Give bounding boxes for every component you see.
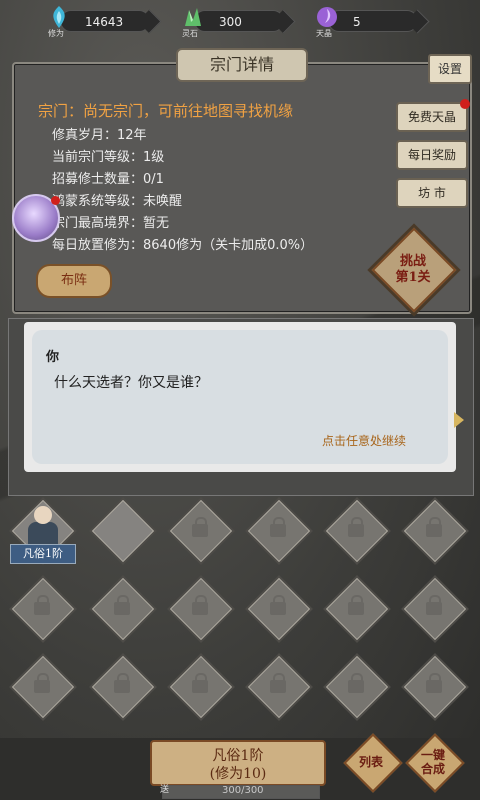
- unit-slot-locked[interactable]: [11, 577, 75, 641]
- lock-icon: [270, 517, 286, 537]
- dialog-continue-hint[interactable]: 点击任意处继续: [322, 432, 406, 449]
- unit-slot-locked[interactable]: [11, 655, 75, 719]
- lock-icon: [192, 595, 208, 615]
- resource-heaven-crystal[interactable]: 5 天晶: [314, 7, 418, 38]
- resource-spirit-stone[interactable]: 300 灵石: [180, 8, 284, 38]
- lock-icon: [348, 517, 364, 537]
- unit-slot-locked[interactable]: [403, 655, 467, 719]
- spirit-stone-icon: [185, 8, 201, 26]
- challenge-label-line2: 第1关: [395, 270, 431, 285]
- daily-reward-button[interactable]: 每日奖励: [396, 140, 468, 170]
- unit-slot-locked[interactable]: [169, 499, 233, 563]
- lock-icon: [270, 595, 286, 615]
- unit-slot-locked[interactable]: [403, 577, 467, 641]
- summon-label-line2: (修为10): [209, 766, 267, 782]
- list-label: 列表: [358, 755, 383, 769]
- info-hongmeng-level: 鸿蒙系统等级：未唤醒: [52, 194, 183, 209]
- unit-slot-locked[interactable]: [325, 499, 389, 563]
- info-daily-cultivation: 每日放置修为：8640修为（关卡加成0.0%）: [52, 238, 314, 253]
- challenge-label-line1: 挑战: [399, 254, 426, 269]
- panel-title: 宗门详情: [176, 48, 308, 82]
- summon-label-line1: 凡俗1阶: [212, 748, 264, 764]
- sect-name-line: 宗门：尚无宗门，可前往地图寻找机缘: [38, 102, 294, 120]
- unit-slot-empty[interactable]: [91, 499, 155, 563]
- resource-bar: 14643 修为 300 灵石 5 天晶: [0, 0, 480, 40]
- lock-icon: [426, 517, 442, 537]
- lock-icon: [34, 595, 50, 615]
- merge-label-line1: 一键: [420, 748, 445, 762]
- lock-icon: [426, 673, 442, 693]
- resource-value: 14643: [60, 10, 150, 32]
- unit-slot-locked[interactable]: [403, 499, 467, 563]
- resource-caption: 天晶: [316, 29, 332, 38]
- notification-dot: [460, 99, 470, 109]
- info-recruit-count: 招募修士数量：0/1: [52, 172, 164, 187]
- info-years: 修真岁月：12年: [52, 128, 147, 143]
- lock-icon: [270, 673, 286, 693]
- free-crystal-label: 免费天晶: [407, 110, 456, 124]
- arrow-right-icon[interactable]: [454, 412, 464, 428]
- unit-slot-locked[interactable]: [247, 655, 311, 719]
- slot-frame: [91, 499, 155, 563]
- resource-value: 5: [328, 10, 418, 32]
- lock-icon: [192, 673, 208, 693]
- xp-prefix: 送: [160, 785, 170, 795]
- merge-all-label: 一键 合成: [410, 748, 456, 776]
- unit-slot-locked[interactable]: [91, 577, 155, 641]
- dialog-text: 什么天选者？你又是谁？: [54, 375, 208, 391]
- unit-slot-hero[interactable]: 凡俗1阶: [10, 499, 76, 564]
- info-sect-level: 当前宗门等级：1级: [52, 150, 165, 165]
- unit-slot-locked[interactable]: [247, 499, 311, 563]
- market-button[interactable]: 坊 市: [396, 178, 468, 208]
- heaven-crystal-icon: [317, 7, 337, 27]
- resource-value: 300: [194, 10, 284, 32]
- lock-icon: [114, 595, 130, 615]
- info-highest-realm: 宗门最高境界：暂无: [52, 216, 170, 231]
- lock-icon: [114, 673, 130, 693]
- unit-slot-locked[interactable]: [169, 577, 233, 641]
- formation-button[interactable]: 布阵: [36, 264, 112, 298]
- hero-rank-label: 凡俗1阶: [10, 544, 76, 564]
- resource-caption: 修为: [48, 29, 64, 38]
- challenge-label: 挑战 第1关: [384, 254, 442, 286]
- xp-text: 300/300: [222, 785, 264, 796]
- lock-icon: [426, 595, 442, 615]
- dialog-speaker: 你: [46, 350, 60, 365]
- cultivation-gem-icon: [53, 6, 65, 28]
- unit-slot-locked[interactable]: [247, 577, 311, 641]
- resource-cultivation[interactable]: 14643 修为: [46, 6, 150, 38]
- avatar[interactable]: [12, 194, 60, 242]
- lock-icon: [192, 517, 208, 537]
- daily-reward-label: 每日奖励: [407, 148, 456, 162]
- merge-label-line2: 合成: [420, 762, 445, 776]
- market-label: 坊 市: [418, 186, 446, 200]
- unit-slot-locked[interactable]: [325, 655, 389, 719]
- unit-slot-locked[interactable]: [169, 655, 233, 719]
- hero-portrait: [34, 506, 52, 524]
- summon-button[interactable]: 凡俗1阶 (修为10): [150, 740, 326, 786]
- settings-button[interactable]: 设置: [428, 54, 472, 84]
- lock-icon: [348, 595, 364, 615]
- notification-dot: [51, 196, 60, 205]
- lock-icon: [34, 673, 50, 693]
- unit-slot-locked[interactable]: [325, 577, 389, 641]
- free-crystal-button[interactable]: 免费天晶: [396, 99, 470, 132]
- lock-icon: [348, 673, 364, 693]
- unit-slot-locked[interactable]: [91, 655, 155, 719]
- resource-caption: 灵石: [182, 29, 198, 38]
